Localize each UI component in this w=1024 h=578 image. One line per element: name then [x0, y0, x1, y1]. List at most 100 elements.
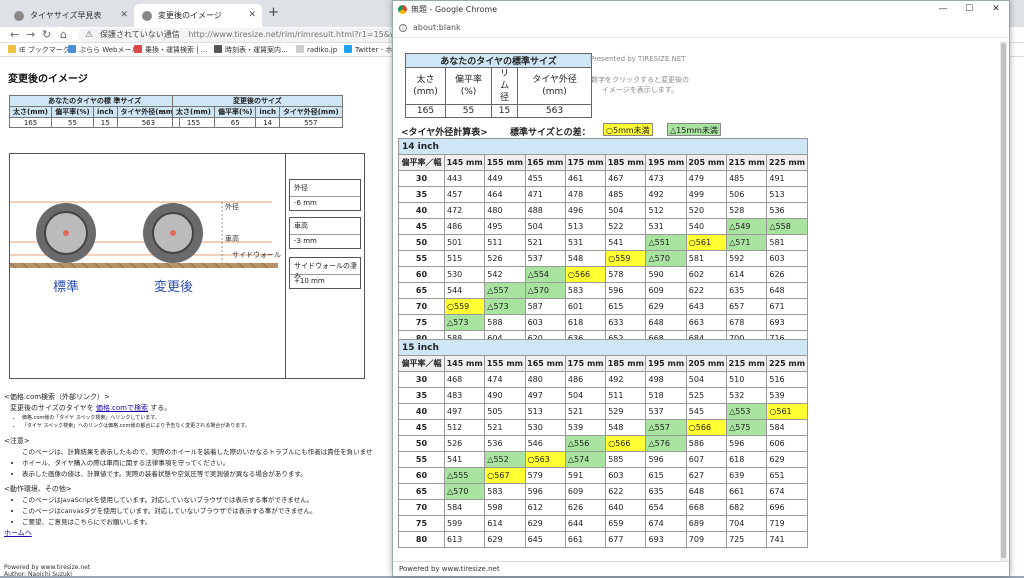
- diameter-cell[interactable]: ○567: [484, 467, 526, 484]
- diameter-cell[interactable]: 472: [443, 202, 486, 219]
- diameter-cell[interactable]: ○566: [564, 266, 607, 283]
- diameter-cell[interactable]: ○561: [766, 403, 808, 420]
- diameter-cell[interactable]: ○559: [443, 298, 486, 315]
- back-arrow-icon[interactable]: ←: [10, 27, 19, 43]
- diameter-cell[interactable]: 709: [685, 531, 728, 548]
- diameter-cell[interactable]: 530: [524, 419, 566, 436]
- bookmark-item[interactable]: IE ブックマーク: [8, 43, 70, 56]
- diameter-cell[interactable]: 682: [726, 499, 768, 516]
- reload-icon[interactable]: ↻: [42, 27, 51, 43]
- diameter-cell[interactable]: 579: [524, 467, 566, 484]
- diameter-cell[interactable]: 511: [605, 387, 647, 404]
- diameter-cell[interactable]: 521: [524, 234, 566, 251]
- diameter-cell[interactable]: 521: [564, 403, 607, 420]
- diameter-cell[interactable]: 455: [524, 170, 566, 187]
- home-link[interactable]: ホームへ: [4, 529, 32, 537]
- diameter-cell[interactable]: △556: [564, 435, 607, 452]
- diameter-cell[interactable]: 607: [685, 451, 728, 468]
- close-button[interactable]: ✕: [983, 1, 1009, 18]
- diameter-cell[interactable]: 504: [685, 371, 728, 388]
- diameter-cell[interactable]: 585: [605, 451, 647, 468]
- diameter-cell[interactable]: 541: [605, 234, 647, 251]
- bookmark-item[interactable]: radiko.jp: [296, 43, 337, 56]
- diameter-cell[interactable]: 545: [685, 403, 728, 420]
- bookmark-item[interactable]: 時刻表・運賃案内...: [214, 43, 288, 56]
- diameter-cell[interactable]: 581: [685, 250, 728, 267]
- diameter-cell[interactable]: 468: [443, 371, 486, 388]
- diameter-cell[interactable]: 651: [766, 467, 808, 484]
- diameter-cell[interactable]: 629: [766, 451, 808, 468]
- diameter-cell[interactable]: 486: [564, 371, 607, 388]
- diameter-cell[interactable]: 659: [605, 515, 647, 532]
- diameter-cell[interactable]: 614: [726, 266, 768, 283]
- diameter-cell[interactable]: 541: [443, 451, 486, 468]
- diameter-cell[interactable]: 596: [726, 435, 768, 452]
- diameter-cell[interactable]: 544: [443, 282, 486, 299]
- diameter-cell[interactable]: 719: [766, 515, 808, 532]
- diameter-cell[interactable]: 497: [524, 387, 566, 404]
- diameter-cell[interactable]: 537: [524, 250, 566, 267]
- diameter-cell[interactable]: 599: [443, 515, 486, 532]
- address-bar[interactable]: i about:blank: [393, 18, 1009, 38]
- diameter-cell[interactable]: 584: [766, 419, 808, 436]
- diameter-cell[interactable]: 613: [443, 531, 486, 548]
- diameter-cell[interactable]: 499: [685, 186, 728, 203]
- diameter-cell[interactable]: 474: [484, 371, 526, 388]
- diameter-cell[interactable]: 741: [766, 531, 808, 548]
- diameter-cell[interactable]: 518: [645, 387, 687, 404]
- diameter-cell[interactable]: 635: [645, 483, 687, 500]
- diameter-cell[interactable]: 586: [685, 435, 728, 452]
- diameter-cell[interactable]: 587: [524, 298, 566, 315]
- diameter-cell[interactable]: 483: [443, 387, 486, 404]
- diameter-cell[interactable]: 530: [443, 266, 486, 283]
- diameter-cell[interactable]: 528: [726, 202, 768, 219]
- diameter-cell[interactable]: 635: [726, 282, 768, 299]
- diameter-cell[interactable]: 515: [443, 250, 486, 267]
- maximize-button[interactable]: ☐: [956, 1, 982, 18]
- diameter-cell[interactable]: 633: [605, 314, 647, 331]
- diameter-cell[interactable]: 609: [564, 483, 607, 500]
- diameter-cell[interactable]: 479: [685, 170, 728, 187]
- diameter-cell[interactable]: 498: [645, 371, 687, 388]
- diameter-cell[interactable]: 443: [443, 170, 486, 187]
- diameter-cell[interactable]: 522: [605, 218, 647, 235]
- diameter-cell[interactable]: △575: [726, 419, 768, 436]
- diameter-cell[interactable]: 614: [484, 515, 526, 532]
- diameter-cell[interactable]: 588: [484, 314, 526, 331]
- diameter-cell[interactable]: △573: [443, 314, 486, 331]
- bookmark-item[interactable]: 乗換・運賃検索 | ...: [134, 43, 207, 56]
- diameter-cell[interactable]: 696: [766, 499, 808, 516]
- diameter-cell[interactable]: 531: [564, 234, 607, 251]
- diameter-cell[interactable]: 677: [605, 531, 647, 548]
- close-tab-icon[interactable]: ✕: [120, 4, 128, 27]
- diameter-cell[interactable]: 512: [645, 202, 687, 219]
- diameter-cell[interactable]: ○563: [524, 451, 566, 468]
- diameter-cell[interactable]: 612: [524, 499, 566, 516]
- diameter-cell[interactable]: 461: [564, 170, 607, 187]
- diameter-cell[interactable]: 513: [524, 403, 566, 420]
- diameter-cell[interactable]: 478: [564, 186, 607, 203]
- diameter-cell[interactable]: 615: [605, 298, 647, 315]
- diameter-cell[interactable]: 504: [605, 202, 647, 219]
- diameter-cell[interactable]: 513: [564, 218, 607, 235]
- diameter-cell[interactable]: 596: [645, 451, 687, 468]
- diameter-cell[interactable]: 516: [766, 371, 808, 388]
- home-icon[interactable]: ⌂: [60, 27, 67, 43]
- diameter-cell[interactable]: 531: [645, 218, 687, 235]
- diameter-cell[interactable]: 449: [484, 170, 526, 187]
- diameter-cell[interactable]: 626: [766, 266, 808, 283]
- diameter-cell[interactable]: 504: [524, 218, 566, 235]
- scrollbar-thumb[interactable]: [1001, 43, 1006, 558]
- diameter-cell[interactable]: 618: [726, 451, 768, 468]
- diameter-cell[interactable]: 506: [726, 186, 768, 203]
- forward-arrow-icon[interactable]: →: [26, 27, 35, 43]
- address-bar[interactable]: ⚠ 保護されていない通信 http://www.tiresize.net/rim…: [78, 28, 408, 42]
- diameter-cell[interactable]: 674: [766, 483, 808, 500]
- diameter-cell[interactable]: 491: [766, 170, 808, 187]
- diameter-cell[interactable]: 539: [564, 419, 607, 436]
- diameter-cell[interactable]: △551: [645, 234, 687, 251]
- diameter-cell[interactable]: 629: [524, 515, 566, 532]
- diameter-cell[interactable]: 471: [524, 186, 566, 203]
- minimize-button[interactable]: —: [930, 1, 956, 18]
- diameter-cell[interactable]: 629: [484, 531, 526, 548]
